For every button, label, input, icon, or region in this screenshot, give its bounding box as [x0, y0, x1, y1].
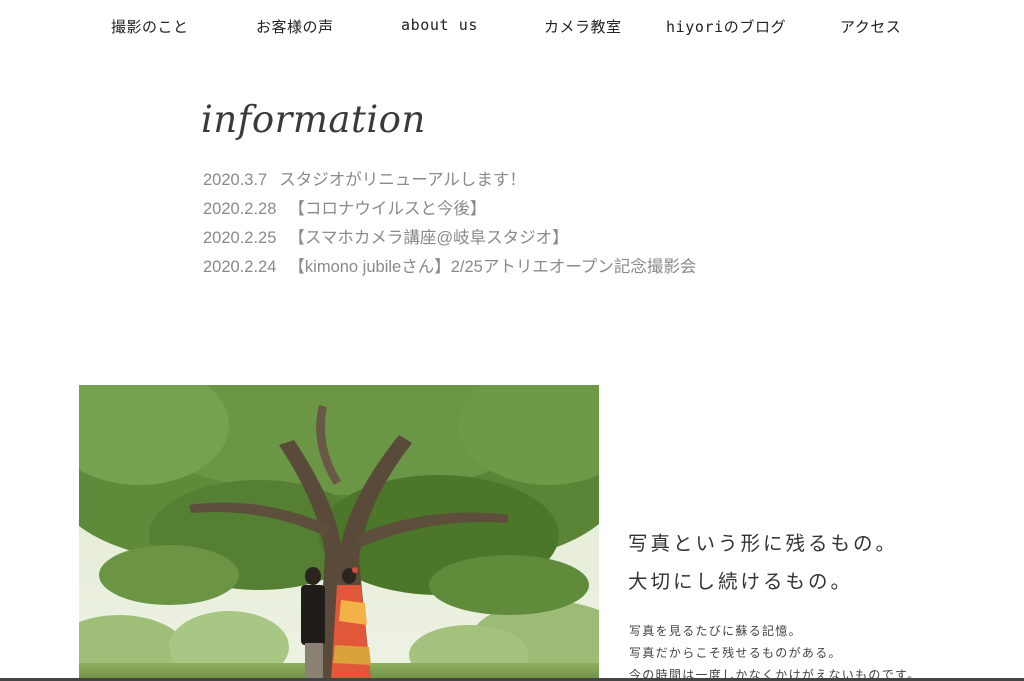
news-title: 【kimono jubileさん】2/25アトリエオープン記念撮影会	[288, 258, 697, 276]
news-list: 2020.3.7 スタジオがリニューアルします！ 2020.2.28 【コロナウイル…	[203, 166, 696, 282]
nav-item-camera-class[interactable]: カメラ教室	[544, 16, 622, 37]
body-line-1: 写真を見るたびに蘇る記憶。	[629, 624, 802, 638]
news-title: 【スマホカメラ講座@岐阜スタジオ】	[288, 229, 569, 247]
nav-item-shooting[interactable]: 撮影のこと	[111, 16, 189, 37]
about-tagline: 写真という形に残るもの。 大切にし続けるもの。	[628, 525, 898, 601]
news-item[interactable]: 2020.2.24 【kimono jubileさん】2/25アトリエオープン記念…	[203, 253, 696, 282]
main-nav: 撮影のこと お客様の声 about us カメラ教室 hiyoriのブログ アク…	[0, 10, 1024, 44]
hero-photo-wedding-under-tree	[79, 385, 599, 681]
news-date: 2020.3.7	[203, 171, 268, 189]
nav-item-about-us[interactable]: about us	[401, 16, 478, 34]
information-heading: information	[201, 98, 426, 141]
news-item[interactable]: 2020.3.7 スタジオがリニューアルします！	[203, 166, 696, 195]
news-title: 【コロナウイルスと今後】	[288, 200, 487, 218]
about-body-text: 写真を見るたびに蘇る記憶。 写真だからこそ残せるものがある。 今の時間は一度しか…	[629, 620, 920, 681]
news-item[interactable]: 2020.2.28 【コロナウイルスと今後】	[203, 195, 696, 224]
news-date: 2020.2.24	[203, 258, 277, 276]
news-date: 2020.2.25	[203, 229, 277, 247]
nav-item-voices[interactable]: お客様の声	[256, 16, 334, 37]
page: 撮影のこと お客様の声 about us カメラ教室 hiyoriのブログ アク…	[0, 0, 1024, 681]
news-item[interactable]: 2020.2.25 【スマホカメラ講座@岐阜スタジオ】	[203, 224, 696, 253]
tagline-line-1: 写真という形に残るもの。	[628, 532, 899, 555]
news-title: スタジオがリニューアルします！	[279, 171, 526, 189]
news-date: 2020.2.28	[203, 200, 277, 218]
tree-photo-illustration	[79, 385, 599, 681]
tagline-line-2: 大切にし続けるもの。	[628, 570, 854, 593]
nav-item-blog[interactable]: hiyoriのブログ	[666, 16, 786, 37]
body-line-2: 写真だからこそ残せるものがある。	[629, 646, 842, 660]
nav-item-access[interactable]: アクセス	[840, 16, 901, 37]
